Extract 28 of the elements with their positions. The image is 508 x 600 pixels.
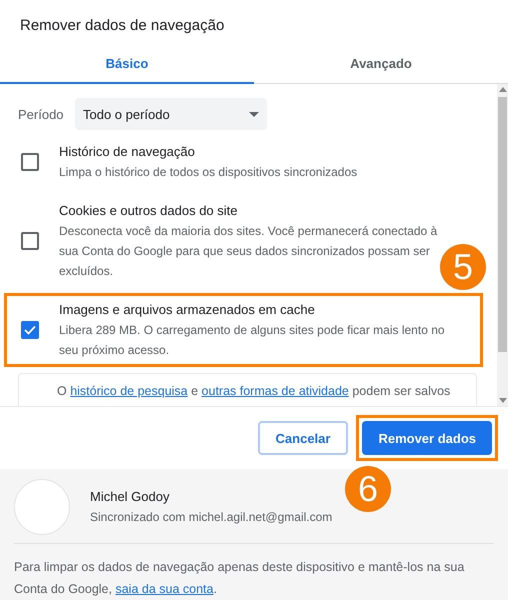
step-badge: 5: [440, 244, 486, 290]
scroll-up-icon[interactable]: [498, 87, 506, 92]
dialog-title: Remover dados de navegação: [19, 16, 226, 36]
tab[interactable]: Básico: [0, 45, 254, 84]
period-label: Período: [18, 106, 65, 122]
info-note: O histórico de pesquisa e outras formas de atividade podem ser salvos: [18, 373, 477, 406]
option-description: Desconecta você da maioria dos sites. Você permanecerá conectado à sua Conta do Google para que seus dados sincronizados possam ser excluídos.: [59, 223, 438, 280]
checkbox[interactable]: [21, 232, 39, 250]
remove-data-button[interactable]: Remover dados: [362, 421, 492, 455]
tab[interactable]: Avançado: [254, 45, 508, 84]
sync-status: Sincronizado com michel.agil.net@gmail.com: [90, 509, 332, 526]
scrollbar[interactable]: [497, 84, 508, 406]
option-description: Limpa o histórico de todos os dispositivos sincronizados: [59, 164, 358, 181]
period-dropdown[interactable]: Todo o período: [75, 98, 267, 130]
option-title: Histórico de navegação: [59, 143, 196, 161]
link[interactable]: histórico de pesquisa: [70, 384, 188, 398]
option-title: Cookies e outros dados do site: [59, 202, 238, 220]
footer-note: Para limpar os dados de navegação apenas deste dispositivo e mantê-los na sua Conta do Google, saia da sua conta.: [14, 559, 466, 598]
link[interactable]: saia da sua conta: [115, 582, 214, 596]
account-name: Michel Godoy: [90, 488, 170, 506]
option-description: Libera 289 MB. O carregamento de alguns sites pode ficar mais lento no seu próximo acesso.: [59, 322, 446, 359]
scroll-down-icon[interactable]: [498, 398, 506, 403]
caret-icon: [249, 112, 259, 116]
option-title: Imagens e arquivos armazenados em cache: [59, 301, 316, 319]
link[interactable]: outras formas de atividade: [202, 384, 349, 398]
checkbox[interactable]: [21, 321, 39, 339]
checkbox[interactable]: [21, 153, 39, 171]
cancel-button[interactable]: Cancelar: [258, 421, 348, 455]
